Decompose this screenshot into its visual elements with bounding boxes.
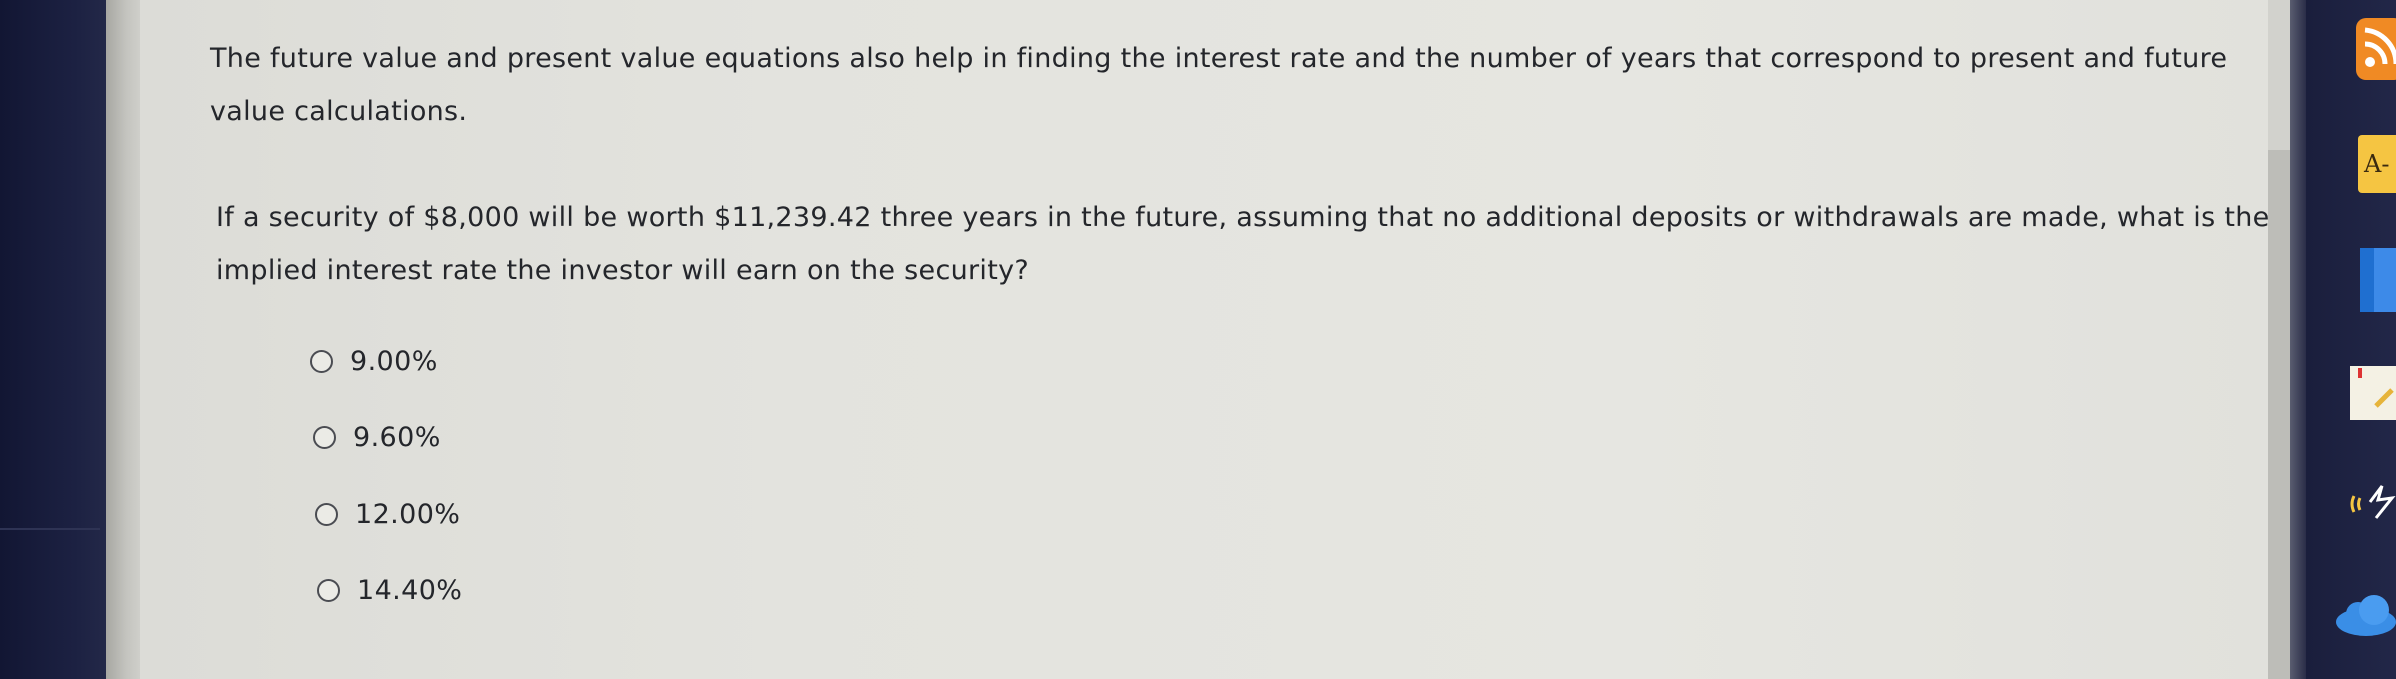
answer-option[interactable]: 9.00% (310, 341, 438, 381)
cloud-icon[interactable] (2336, 592, 2396, 642)
radio-button[interactable] (310, 349, 333, 373)
radio-button[interactable] (313, 425, 336, 449)
question-panel: The future value and present value equat… (140, 0, 2269, 679)
answer-option[interactable]: 14.40% (317, 570, 462, 610)
answer-option[interactable]: 9.60% (313, 417, 441, 457)
radio-button[interactable] (315, 502, 338, 526)
scrollbar-thumb[interactable] (2268, 150, 2290, 679)
notepad-icon[interactable] (2350, 366, 2396, 424)
radio-button[interactable] (317, 578, 340, 602)
wifi-signal-icon[interactable] (2348, 478, 2396, 530)
answer-option-label: 12.00% (355, 498, 461, 530)
left-desktop-edge (0, 0, 106, 679)
left-gutter (106, 0, 140, 679)
answer-option-label: 9.60% (353, 421, 441, 453)
question-prompt: If a security of $8,000 will be worth $1… (216, 202, 2270, 286)
left-edge-divider (0, 528, 100, 530)
question-intro: The future value and present value equat… (210, 43, 2228, 127)
dictionary-label: A- (2358, 135, 2396, 193)
rss-icon[interactable] (2356, 18, 2396, 84)
answer-option-label: 14.40% (357, 574, 463, 606)
answer-option[interactable]: 12.00% (315, 494, 460, 534)
answer-option-label: 9.00% (350, 345, 438, 377)
dock: A- (2306, 0, 2396, 679)
dictionary-icon[interactable]: A- (2358, 135, 2396, 193)
window-right-edge (2290, 0, 2306, 679)
book-icon[interactable] (2360, 248, 2396, 316)
